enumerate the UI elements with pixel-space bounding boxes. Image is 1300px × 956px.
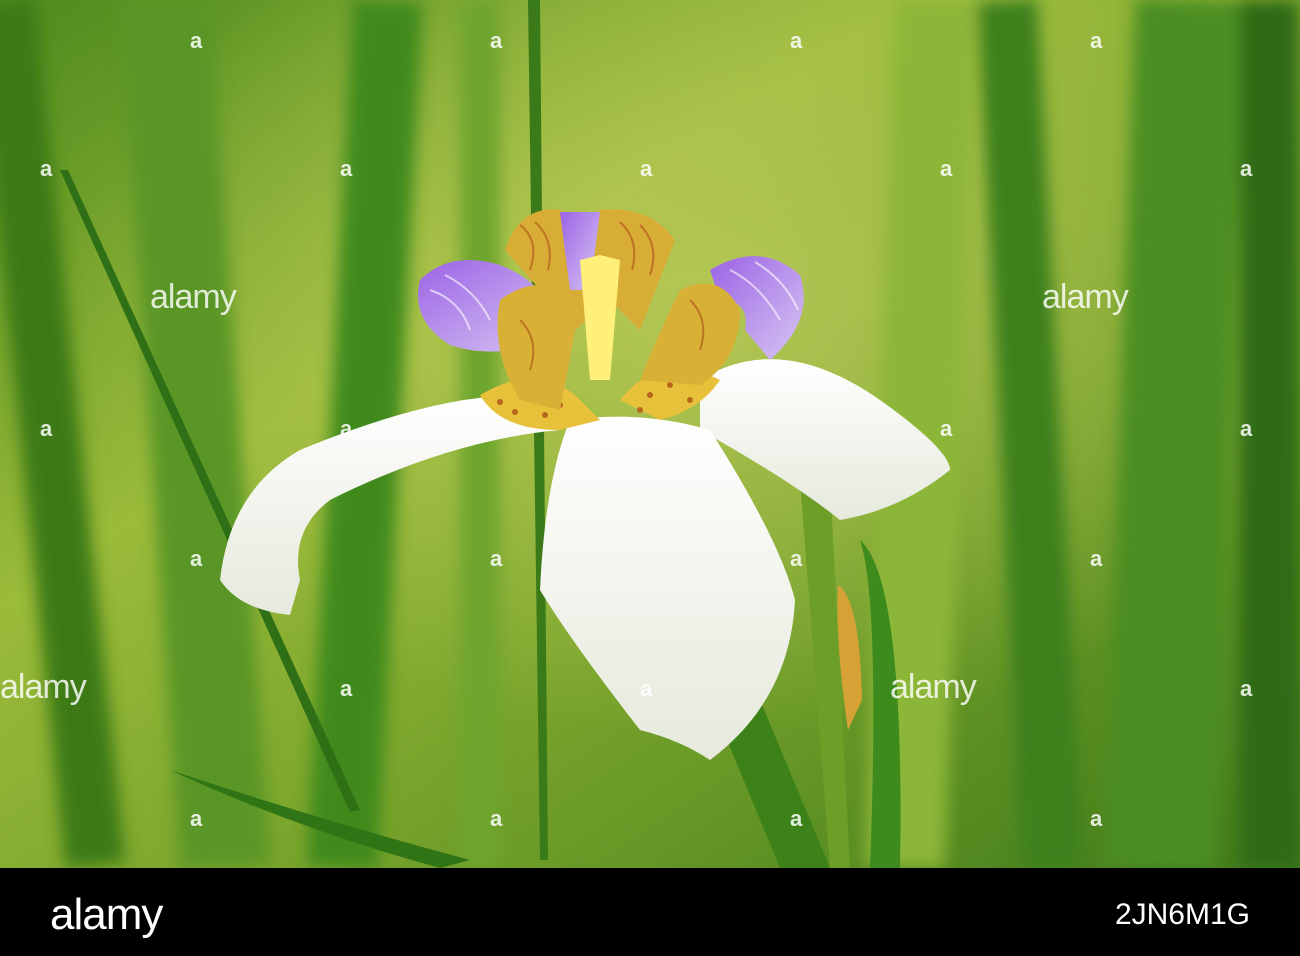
watermark-mark: a xyxy=(190,546,203,571)
watermark-mark: a xyxy=(1090,28,1103,53)
watermark-mark: a xyxy=(1090,806,1103,831)
watermark-mark: a xyxy=(190,806,203,831)
watermark-mark: a xyxy=(490,546,503,571)
watermark-mark: a xyxy=(1090,546,1103,571)
watermark-mark: a xyxy=(640,156,653,181)
watermark-logo: alamy xyxy=(0,668,87,706)
watermark-mark: a xyxy=(640,676,653,701)
watermark-mark: a xyxy=(490,28,503,53)
watermark-mark: a xyxy=(340,676,353,701)
watermark-mark: a xyxy=(340,416,353,441)
footer-bar: alamy 2JN6M1G xyxy=(0,868,1300,956)
watermark-mark: a xyxy=(1240,156,1253,181)
watermark-mark: a xyxy=(940,156,953,181)
watermark-mark: a xyxy=(40,156,53,181)
footer-logo: alamy xyxy=(50,890,163,939)
watermark-mark: a xyxy=(790,806,803,831)
image-id: 2JN6M1G xyxy=(1114,898,1250,931)
watermark-mark: a xyxy=(190,28,203,53)
watermark-mark: a xyxy=(1240,416,1253,441)
watermark-mark: a xyxy=(640,416,653,441)
watermark-logo: alamy xyxy=(1042,278,1129,316)
watermark-logo: alamy xyxy=(890,668,977,706)
watermark-logo: alamy xyxy=(150,278,237,316)
watermark-mark: a xyxy=(790,546,803,571)
watermark-mark: a xyxy=(1240,676,1253,701)
watermark-mark: a xyxy=(490,806,503,831)
watermark-mark: a xyxy=(940,416,953,441)
photo: a a a a a a a a a alamy alamy a a a a a … xyxy=(0,0,1300,868)
watermark-mark: a xyxy=(790,28,803,53)
watermark-mark: a xyxy=(340,156,353,181)
watermark-mark: a xyxy=(40,416,53,441)
